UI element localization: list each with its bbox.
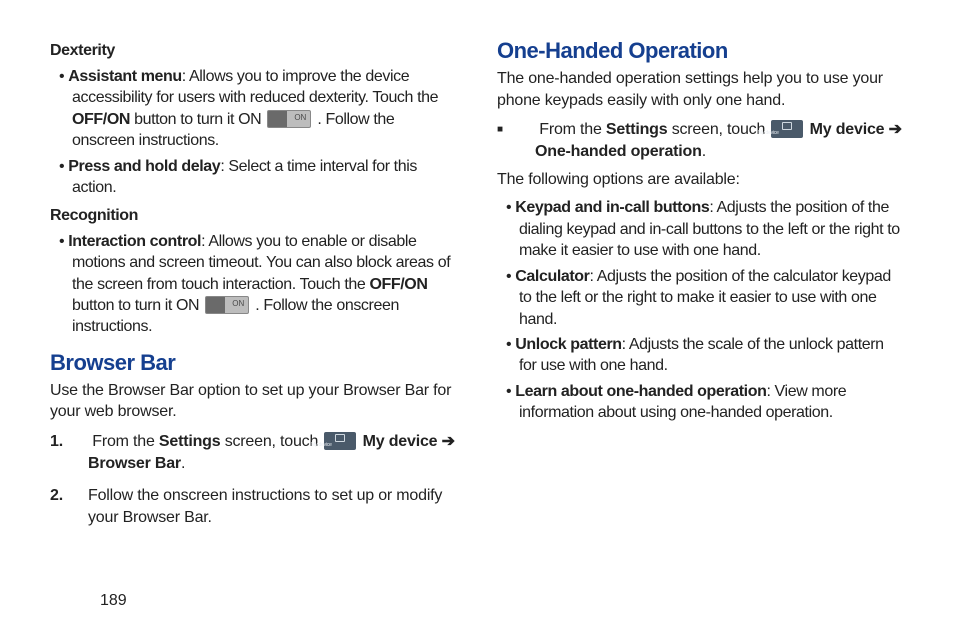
recognition-list: Interaction control: Allows you to enabl… [50,231,457,338]
browser-step-1: From the Settings screen, touch My devic… [50,431,457,475]
onehand-opt-unlock: Unlock pattern: Adjusts the scale of the… [497,334,904,377]
interaction-offon: OFF/ON [369,276,427,293]
sq-settings: Settings [606,121,668,138]
onehand-opt-calculator: Calculator: Adjusts the position of the … [497,266,904,330]
assistant-text-b: button to turn it ON [130,111,265,128]
presshold-title: Press and hold delay [68,158,220,175]
left-column: Dexterity Assistant menu: Allows you to … [50,38,457,539]
interaction-title: Interaction control [68,233,201,250]
step1-mydevice: My device [363,433,438,450]
assistant-title: Assistant menu [68,68,182,85]
recognition-bullet-interaction: Interaction control: Allows you to enabl… [50,231,457,338]
toggle-on-icon [205,296,249,314]
opt-learn-title: Learn about one-handed operation [515,383,766,400]
dexterity-list: Assistant menu: Allows you to improve th… [50,66,457,199]
assistant-offon: OFF/ON [72,111,130,128]
dexterity-bullet-assistant: Assistant menu: Allows you to improve th… [50,66,457,152]
toggle-on-icon [267,110,311,128]
onehand-opt-learn: Learn about one-handed operation: View m… [497,381,904,424]
page-columns: Dexterity Assistant menu: Allows you to … [50,38,904,539]
step1-arrow: ➔ [437,433,454,450]
onehand-intro: The one-handed operation settings help y… [497,68,904,111]
opt-unlock-title: Unlock pattern [515,336,621,353]
sq-followup: The following options are available: [535,169,904,191]
step1-settings: Settings [159,433,221,450]
dexterity-subheading: Dexterity [50,42,457,60]
dexterity-bullet-presshold: Press and hold delay: Select a time inte… [50,156,457,199]
step1-b: screen, touch [220,433,322,450]
sq-a: From the [539,121,606,138]
my-device-tab-icon [324,432,356,450]
right-column: One-Handed Operation The one-handed oper… [497,38,904,539]
opt-keypad-title: Keypad and in-call buttons [515,199,709,216]
sq-arrow: ➔ [884,121,901,138]
sq-onehand: One-handed operation [535,143,702,160]
interaction-text-b: button to turn it ON [72,297,203,314]
opt-calc-title: Calculator [515,268,589,285]
sq-mydevice: My device [810,121,885,138]
browser-bar-intro: Use the Browser Bar option to set up you… [50,380,457,423]
browser-bar-heading: Browser Bar [50,350,457,376]
sq-b: screen, touch [667,121,769,138]
browser-step-2: Follow the onscreen instructions to set … [50,485,457,529]
page-number: 189 [100,592,127,610]
step1-browserbar: Browser Bar [88,455,181,472]
onehand-heading: One-Handed Operation [497,38,904,64]
my-device-tab-icon [771,120,803,138]
browser-bar-steps: From the Settings screen, touch My devic… [50,431,457,529]
onehand-nav: From the Settings screen, touch My devic… [497,119,904,191]
step1-a: From the [92,433,159,450]
onehand-nav-item: From the Settings screen, touch My devic… [497,119,904,191]
recognition-subheading: Recognition [50,207,457,225]
onehand-opt-keypad: Keypad and in-call buttons: Adjusts the … [497,197,904,261]
onehand-options: Keypad and in-call buttons: Adjusts the … [497,197,904,423]
